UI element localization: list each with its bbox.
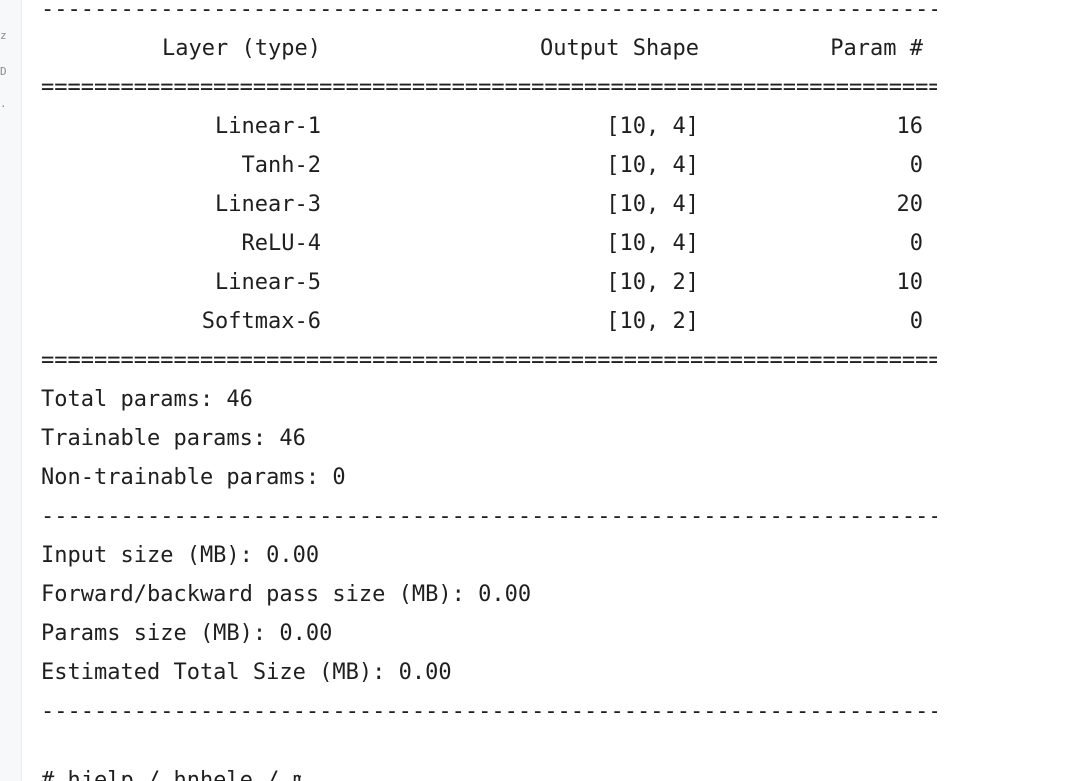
param-count: 10 <box>896 270 924 295</box>
output-shape: [10, 4] <box>606 114 699 139</box>
editor-gutter: z D . <box>0 0 22 781</box>
estimated-total-size: Estimated Total Size (MB): 0.00 <box>41 660 452 685</box>
layer-name: Linear-1 <box>215 114 321 139</box>
input-size: Input size (MB): 0.00 <box>41 543 320 568</box>
output-shape: [10, 4] <box>606 231 699 256</box>
header-param-count: Param # <box>830 36 923 61</box>
output-shape: [10, 4] <box>606 153 699 178</box>
header-output-shape: Output Shape <box>540 36 699 61</box>
table-row: Linear-5 [10, 2] 10 <box>41 263 937 302</box>
param-count: 0 <box>909 231 923 256</box>
trainable-params: Trainable params: 46 <box>41 426 306 451</box>
table-header-row: Layer (type) Output Shape Param # <box>41 29 937 68</box>
output-shape: [10, 2] <box>606 270 699 295</box>
table-row: Tanh-2 [10, 4] 0 <box>41 146 937 185</box>
params-size: Params size (MB): 0.00 <box>41 621 333 646</box>
separator-dash: ----------------------------------------… <box>41 0 937 22</box>
table-row: Linear-3 [10, 4] 20 <box>41 185 937 224</box>
output-shape: [10, 4] <box>606 192 699 217</box>
output-shape: [10, 2] <box>606 309 699 334</box>
separator-equals: ========================================… <box>41 75 937 100</box>
header-layer-type: Layer (type) <box>162 36 321 61</box>
param-count: 20 <box>896 192 924 217</box>
separator-dash: ----------------------------------------… <box>41 699 937 724</box>
table-row: Linear-1 [10, 4] 16 <box>41 107 937 146</box>
param-count: 16 <box>896 114 924 139</box>
total-params: Total params: 46 <box>41 387 253 412</box>
table-row: Softmax-6 [10, 2] 0 <box>41 302 937 341</box>
gutter-mark: . <box>0 98 6 109</box>
param-count: 0 <box>909 153 923 178</box>
gutter-mark: D <box>0 66 6 77</box>
forward-backward-size: Forward/backward pass size (MB): 0.00 <box>41 582 532 607</box>
separator-dash: ----------------------------------------… <box>41 504 937 529</box>
layer-name: Softmax-6 <box>201 309 321 334</box>
layer-name: Tanh-2 <box>241 153 321 178</box>
gutter-mark: z <box>0 30 6 41</box>
cut-off-text: # hjelp / hnhele / m... <box>41 770 301 781</box>
cut-off-next-line: # hjelp / hnhele / m... <box>41 770 301 781</box>
layer-name: ReLU-4 <box>241 231 321 256</box>
non-trainable-params: Non-trainable params: 0 <box>41 465 346 490</box>
table-row: ReLU-4 [10, 4] 0 <box>41 224 937 263</box>
layer-name: Linear-5 <box>215 270 321 295</box>
param-count: 0 <box>909 309 923 334</box>
layer-name: Linear-3 <box>215 192 321 217</box>
separator-equals: ========================================… <box>41 348 937 373</box>
